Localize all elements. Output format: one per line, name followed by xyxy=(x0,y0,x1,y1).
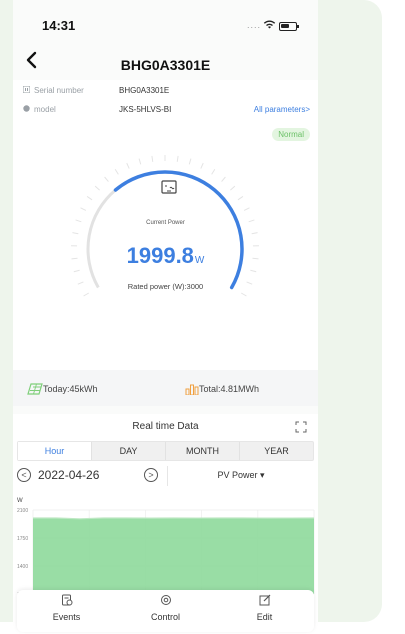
gauge-tick xyxy=(211,169,216,175)
battery-icon xyxy=(279,22,299,31)
events-label: Events xyxy=(52,612,81,622)
gauge-tick xyxy=(250,269,257,273)
gauge-tick xyxy=(230,185,236,191)
expand-icon[interactable] xyxy=(295,421,307,433)
power-number: 1999.8 xyxy=(126,243,194,268)
status-bar: 14:31 .... xyxy=(13,0,318,42)
model-value: JKS-5HLVS-BI xyxy=(119,105,172,114)
events-button[interactable]: Events xyxy=(17,590,116,632)
serial-row: Serial number BHG0A3301E xyxy=(13,82,318,100)
gauge-tick xyxy=(251,232,258,235)
phone-screen: 14:31 .... BHG0A3301E Serial number BHG0… xyxy=(13,0,318,634)
nav-bar: BHG0A3301E xyxy=(13,44,318,78)
page-title: BHG0A3301E xyxy=(120,57,211,73)
inverter-icon xyxy=(161,180,177,194)
prev-date-icon[interactable]: < xyxy=(17,468,31,482)
metric-selector[interactable]: PV Power ▾ xyxy=(167,466,314,486)
total-energy: Total:4.81MWh xyxy=(185,383,259,395)
edit-label: Edit xyxy=(256,612,273,622)
bottom-nav: Events Control Edit xyxy=(17,590,314,632)
current-power-value: 1999.8W xyxy=(13,243,318,269)
gauge-tick xyxy=(73,269,80,273)
gauge-tick xyxy=(86,196,93,201)
wifi-icon xyxy=(263,20,276,29)
gauge-tick xyxy=(151,155,154,162)
gauge-tick xyxy=(240,292,247,297)
status-time: 14:31 xyxy=(42,18,76,33)
serial-value: BHG0A3301E xyxy=(119,86,170,95)
next-date-icon[interactable]: > xyxy=(144,468,158,482)
pv-power-area xyxy=(33,518,314,594)
model-label: model xyxy=(34,105,56,114)
today-energy: Today:45kWh xyxy=(27,383,98,395)
pv-power-chart: W2100175014001050 xyxy=(17,498,315,598)
y-tick-label: 1400 xyxy=(17,564,28,570)
today-energy-text: Today:45kWh xyxy=(43,384,98,394)
date-bar: < 2022-04-26 > PV Power ▾ xyxy=(17,465,314,487)
rated-power-text: Rated power (W):3000 xyxy=(127,282,204,291)
edit-icon xyxy=(259,594,270,606)
gauge-tick xyxy=(126,162,130,169)
solar-panel-icon xyxy=(27,383,43,395)
signal-icon: .... xyxy=(247,20,262,30)
realtime-title: Real time Data xyxy=(132,421,199,432)
control-button[interactable]: Control xyxy=(116,590,215,632)
model-icon xyxy=(23,105,30,112)
current-power-label: Current Power xyxy=(146,220,185,226)
barcode-icon xyxy=(23,86,30,93)
total-energy-text: Total:4.81MWh xyxy=(199,384,260,394)
gauge-tick xyxy=(104,176,109,182)
period-tabs: Hour DAY MONTH YEAR xyxy=(17,441,314,461)
tab-day[interactable]: DAY xyxy=(92,442,166,460)
y-axis-label: W xyxy=(17,498,23,504)
gauge-tick xyxy=(94,185,100,191)
bar-chart-icon xyxy=(185,384,199,395)
power-unit: W xyxy=(194,255,205,266)
y-tick-label: 1750 xyxy=(17,536,28,542)
tab-month[interactable]: MONTH xyxy=(166,442,240,460)
realtime-data-panel: Real time Data Hour DAY MONTH YEAR < 202… xyxy=(13,414,318,634)
status-badge: Normal xyxy=(272,128,310,141)
gauge-tick xyxy=(188,158,192,165)
gauge-tick xyxy=(138,158,142,165)
tab-year[interactable]: YEAR xyxy=(240,442,313,460)
events-icon xyxy=(61,594,72,606)
screenshot-frame: 14:31 .... BHG0A3301E Serial number BHG0… xyxy=(0,0,405,634)
gauge-tick xyxy=(243,207,250,211)
gauge-tick xyxy=(237,196,244,201)
gauge-tick xyxy=(200,162,204,169)
energy-summary: Today:45kWh Total:4.81MWh xyxy=(13,370,318,406)
model-row: model JKS-5HLVS-BI All parameters> xyxy=(13,101,318,119)
gauge-fill xyxy=(113,170,244,290)
gauge-tick xyxy=(176,155,179,162)
gauge-tick xyxy=(80,207,87,211)
serial-label: Serial number xyxy=(34,86,84,95)
gauge-tick xyxy=(221,176,226,182)
device-info-panel: Serial number BHG0A3301E model JKS-5HLVS… xyxy=(13,80,318,124)
gauge-tick xyxy=(83,292,90,297)
gauge-tick xyxy=(114,169,119,175)
edit-button[interactable]: Edit xyxy=(215,590,314,632)
power-gauge-card: Normal Current Power 1999.8W Rated power… xyxy=(13,124,318,370)
tab-hour[interactable]: Hour xyxy=(18,442,92,460)
date-text: 2022-04-26 xyxy=(38,468,100,482)
control-label: Control xyxy=(150,612,180,622)
y-tick-label: 2100 xyxy=(17,508,28,514)
all-parameters-link[interactable]: All parameters> xyxy=(254,105,310,114)
gauge-tick xyxy=(72,232,79,235)
control-icon xyxy=(160,595,171,605)
